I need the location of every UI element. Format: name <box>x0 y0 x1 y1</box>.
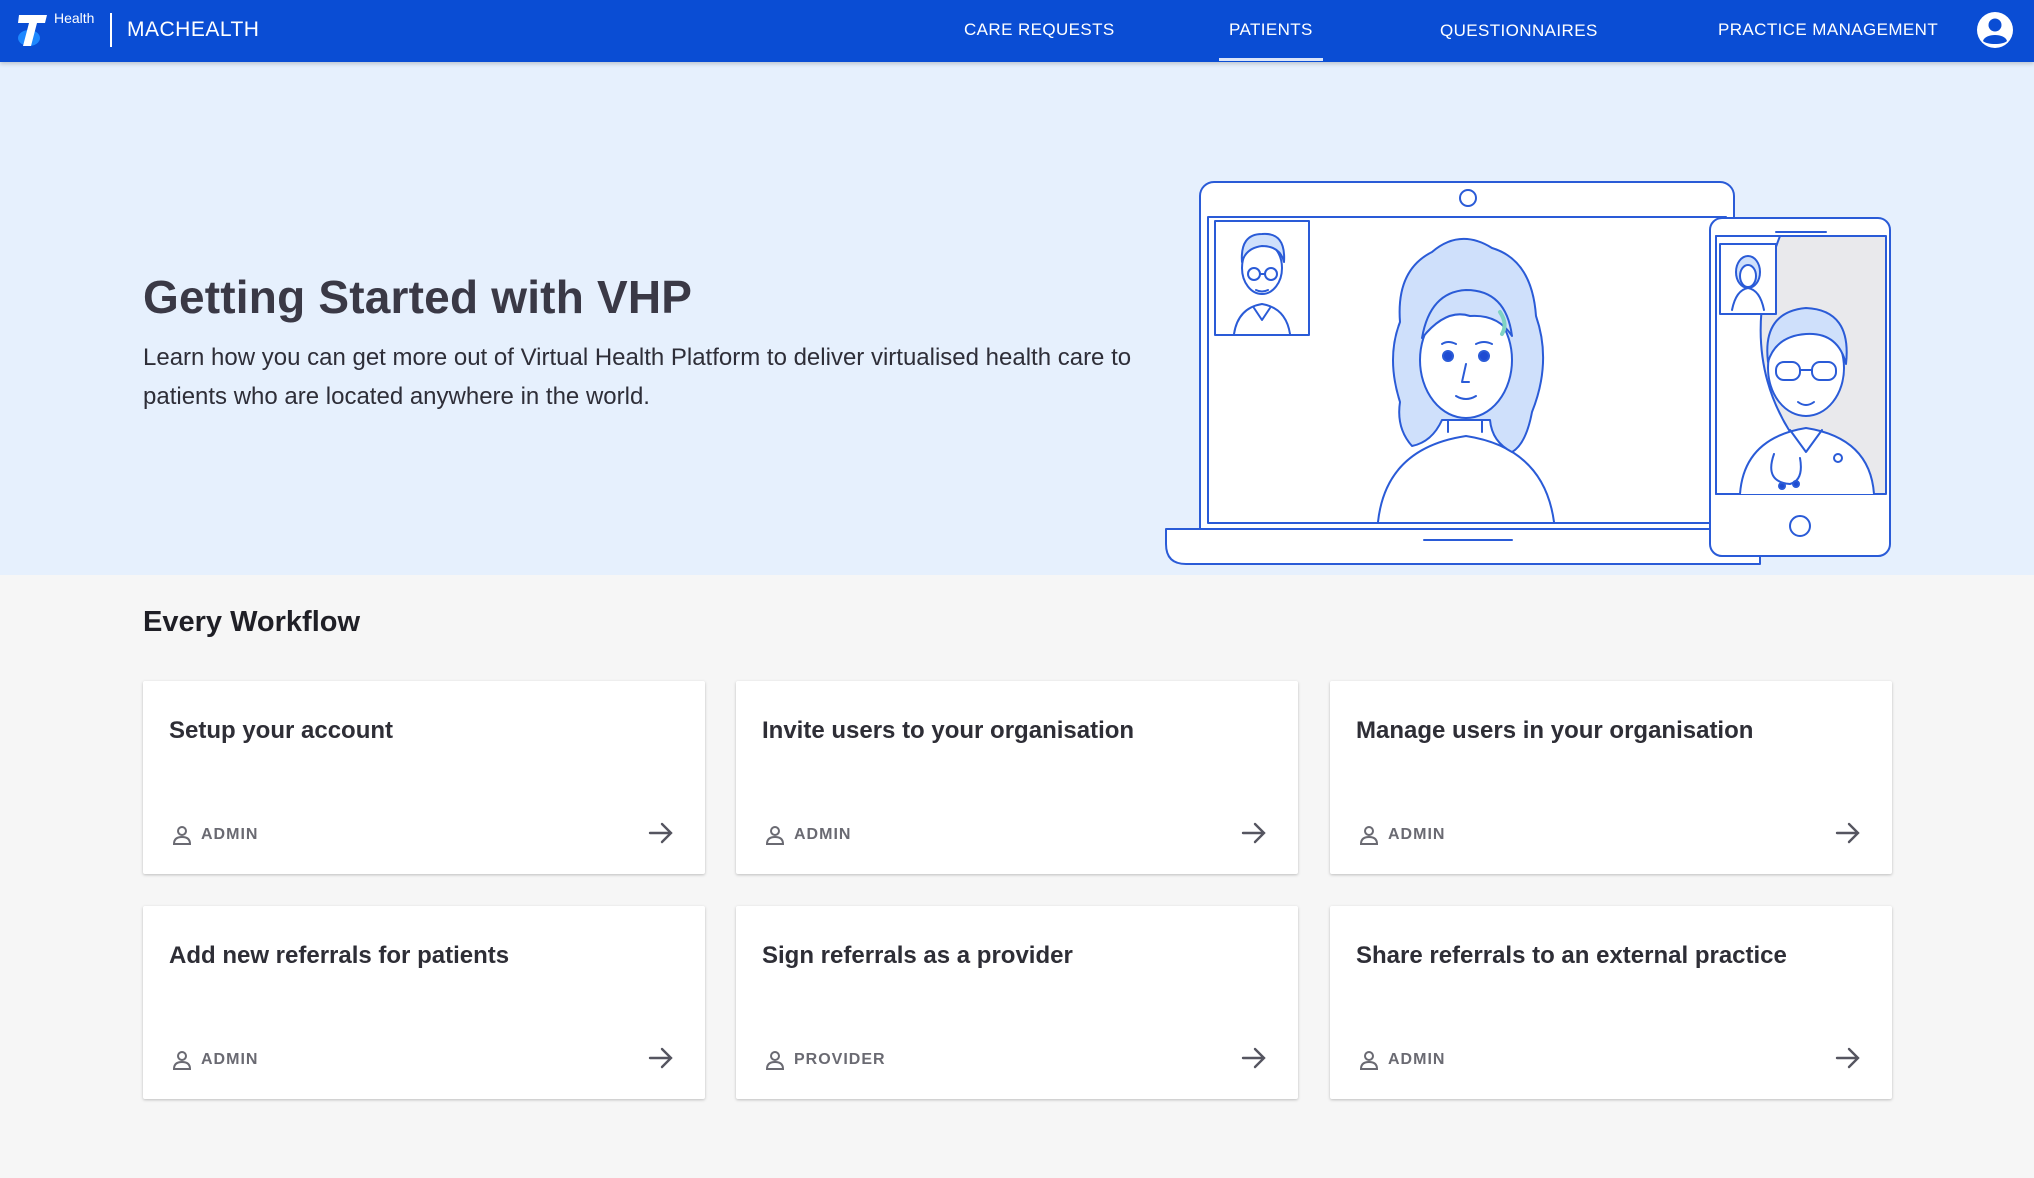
person-icon <box>765 826 785 845</box>
telehealth-illustration <box>1165 181 1891 565</box>
role-tag: ADMIN <box>171 1048 258 1072</box>
telstra-logo-icon[interactable] <box>16 10 50 48</box>
role-label: PROVIDER <box>794 1051 886 1068</box>
role-label: ADMIN <box>201 1051 259 1068</box>
card-title: Manage users in your organisation <box>1356 717 1754 744</box>
arrow-right-icon[interactable] <box>1240 1044 1268 1072</box>
role-label: ADMIN <box>794 826 852 843</box>
role-label: ADMIN <box>1388 1051 1446 1068</box>
nav-questionnaires[interactable]: QUESTIONNAIRES <box>1440 21 1598 41</box>
role-label: ADMIN <box>201 826 259 843</box>
top-navigation-bar: Health MACHEALTH CARE REQUESTS PATIENTS … <box>0 0 2034 62</box>
person-icon <box>1359 1051 1379 1070</box>
workflow-card-add-referrals[interactable]: Add new referrals for patients ADMIN <box>143 906 705 1099</box>
nav-care-requests[interactable]: CARE REQUESTS <box>964 20 1115 40</box>
card-title: Sign referrals as a provider <box>762 942 1073 969</box>
arrow-right-icon[interactable] <box>647 819 675 847</box>
role-tag: ADMIN <box>171 823 258 847</box>
role-tag: ADMIN <box>1358 823 1445 847</box>
role-tag: ADMIN <box>764 823 851 847</box>
workflow-card-share-referrals[interactable]: Share referrals to an external practice … <box>1330 906 1892 1099</box>
card-title: Setup your account <box>169 717 394 744</box>
card-title: Add new referrals for patients <box>169 942 510 969</box>
person-icon <box>1359 826 1379 845</box>
role-tag: PROVIDER <box>764 1048 886 1072</box>
section-title: Every Workflow <box>143 606 361 638</box>
app-name[interactable]: MACHEALTH <box>127 18 259 42</box>
person-icon <box>172 1051 192 1070</box>
role-tag: ADMIN <box>1358 1048 1445 1072</box>
person-icon <box>172 826 192 845</box>
card-title: Share referrals to an external practice <box>1356 942 1787 969</box>
logo-subtext: Health <box>54 10 95 26</box>
nav-patients[interactable]: PATIENTS <box>1219 20 1323 61</box>
workflow-card-manage-users[interactable]: Manage users in your organisation ADMIN <box>1330 681 1892 874</box>
logo-divider <box>110 13 112 47</box>
arrow-right-icon[interactable] <box>1240 819 1268 847</box>
arrow-right-icon[interactable] <box>1834 1044 1862 1072</box>
user-circle-icon[interactable] <box>1976 11 2014 49</box>
workflow-card-sign-referrals[interactable]: Sign referrals as a provider PROVIDER <box>736 906 1298 1099</box>
hero-banner: Getting Started with VHP Learn how you c… <box>0 62 2034 575</box>
role-label: ADMIN <box>1388 826 1446 843</box>
person-icon <box>765 1051 785 1070</box>
arrow-right-icon[interactable] <box>647 1044 675 1072</box>
page-title: Getting Started with VHP <box>143 271 693 323</box>
patient-figure <box>1377 237 1555 523</box>
workflow-card-invite-users[interactable]: Invite users to your organisation ADMIN <box>736 681 1298 874</box>
arrow-right-icon[interactable] <box>1834 819 1862 847</box>
workflow-card-setup-account[interactable]: Setup your account ADMIN <box>143 681 705 874</box>
hero-description: Learn how you can get more out of Virtua… <box>143 344 1132 410</box>
card-title: Invite users to your organisation <box>762 717 1135 744</box>
nav-practice-management[interactable]: PRACTICE MANAGEMENT <box>1718 20 1938 40</box>
